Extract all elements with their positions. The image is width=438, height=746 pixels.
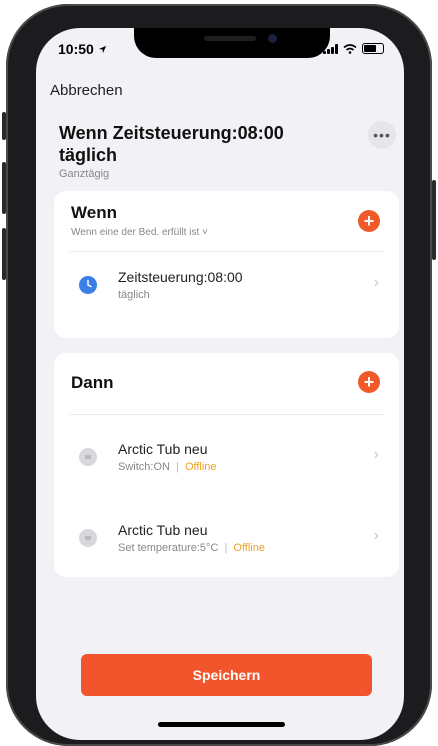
clock-icon — [79, 276, 97, 294]
condition-subtitle: täglich — [118, 289, 150, 301]
condition-mode-dropdown[interactable]: Wenn eine der Bed. erfüllt ist ˅ — [71, 227, 208, 238]
front-camera — [268, 34, 277, 43]
chevron-right-icon: › — [373, 527, 379, 544]
condition-title: Zeitsteuerung:08:00 — [118, 269, 243, 285]
conditions-card: Wenn Wenn eine der Bed. erfüllt ist ˅ + … — [54, 191, 399, 338]
action-device-name: Arctic Tub neu — [118, 522, 208, 538]
chevron-right-icon: › — [373, 274, 379, 291]
page-subtitle: Ganztägig — [59, 168, 110, 180]
wifi-icon — [343, 43, 357, 54]
power-button — [432, 180, 436, 260]
volume-up-button — [2, 162, 6, 214]
signal-icon — [323, 43, 338, 54]
action-device-name: Arctic Tub neu — [118, 441, 208, 457]
status-icons — [323, 43, 384, 54]
action-detail: Set temperature:5°C | Offline — [118, 542, 265, 554]
separator: | — [224, 542, 228, 554]
action-row[interactable]: Arctic Tub neu Switch:ON | Offline › — [54, 415, 399, 495]
cancel-button[interactable]: Abbrechen — [50, 82, 123, 99]
actions-card: Dann + Arctic Tub neu Switch:ON | Offlin… — [54, 353, 399, 577]
status-time: 10:50 — [58, 41, 107, 57]
chevron-right-icon: › — [373, 446, 379, 463]
actions-title: Dann — [71, 373, 114, 392]
device-icon — [79, 529, 97, 547]
mute-switch — [2, 112, 6, 140]
add-condition-button[interactable]: + — [358, 210, 380, 232]
battery-icon — [362, 43, 384, 54]
page-title: Wenn Zeitsteuerung:08:00 täglich — [59, 123, 284, 165]
speaker-grille — [204, 36, 256, 41]
volume-down-button — [2, 228, 6, 280]
separator: | — [176, 461, 179, 473]
screen: 10:50 Abbrechen Wenn Zeitsteuerung:08:00… — [36, 28, 404, 740]
add-action-button[interactable]: + — [358, 371, 380, 393]
offline-status: Offline — [233, 542, 265, 554]
home-indicator[interactable] — [158, 722, 285, 727]
condition-row[interactable]: Zeitsteuerung:08:00 täglich › — [54, 252, 399, 322]
save-button[interactable]: Speichern — [81, 654, 372, 696]
conditions-title: Wenn — [71, 203, 117, 222]
offline-status: Offline — [184, 461, 217, 473]
action-row[interactable]: Arctic Tub neu Set temperature:5°C | Off… — [54, 495, 399, 573]
device-icon — [79, 448, 97, 466]
notch — [134, 28, 330, 58]
action-detail: Switch:ON | Offline — [118, 461, 217, 473]
location-arrow-icon — [98, 45, 106, 54]
more-options-button[interactable]: ••• — [368, 121, 396, 149]
